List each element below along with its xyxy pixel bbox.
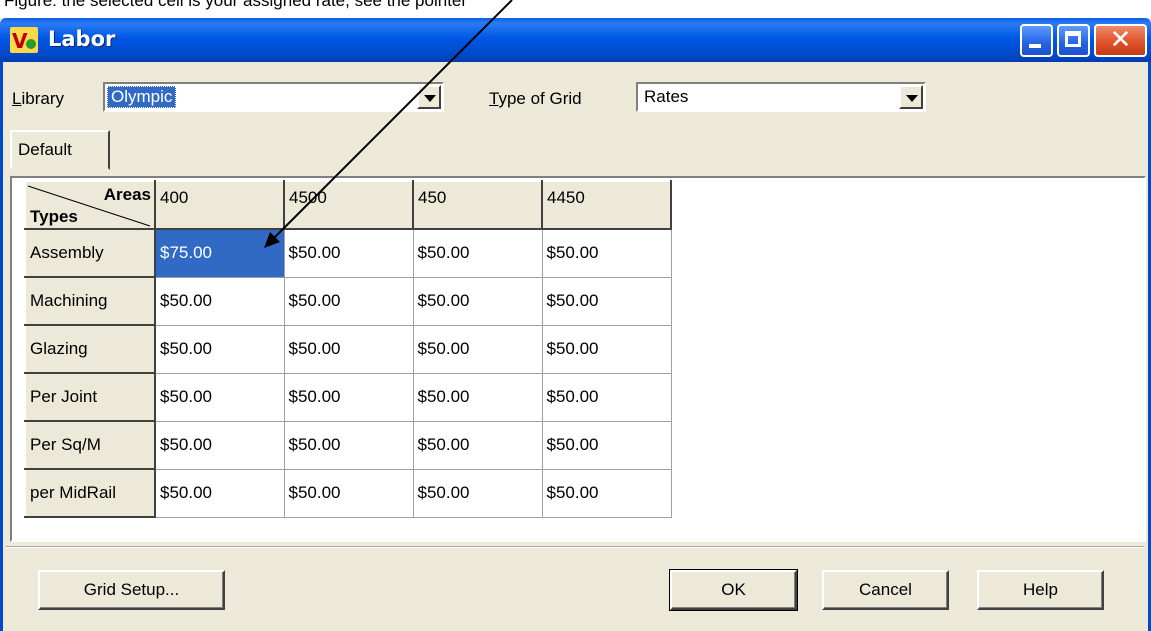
grid-corner-cell: Areas Types [24,180,156,230]
rate-cell[interactable]: $50.00 [283,420,414,470]
rate-cell[interactable]: $50.00 [283,324,414,374]
window-title: Labor [48,27,116,51]
rate-cell[interactable]: $50.00 [412,372,543,422]
rate-cell[interactable]: $50.00 [541,228,672,278]
table-row: Machining $50.00 $50.00 $50.00 $50.00 [24,276,672,326]
column-header[interactable]: 4500 [283,180,414,230]
rate-cell[interactable]: $50.00 [412,420,543,470]
rate-cell[interactable]: $50.00 [283,372,414,422]
rates-grid: Areas Types 400 4500 450 4450 Assembly $… [24,180,672,518]
rate-cell[interactable]: $50.00 [541,372,672,422]
row-header[interactable]: Per Sq/M [24,420,156,470]
title-bar[interactable]: V Labor ✕ [0,18,1151,62]
chevron-down-icon[interactable] [417,85,441,109]
rate-cell[interactable]: $50.00 [412,468,543,518]
table-row: per MidRail $50.00 $50.00 $50.00 $50.00 [24,468,672,518]
row-header[interactable]: Glazing [24,324,156,374]
rate-cell[interactable]: $50.00 [412,228,543,278]
library-value: Olympic [107,86,177,108]
column-header[interactable]: 400 [154,180,285,230]
tab-default[interactable]: Default [10,130,110,170]
rate-cell[interactable]: $50.00 [541,468,672,518]
rate-cell[interactable]: $50.00 [283,468,414,518]
footer-divider [6,546,1144,548]
column-header[interactable]: 4450 [541,180,672,230]
tab-label: Default [18,140,72,159]
app-icon: V [10,27,38,53]
rate-cell[interactable]: $75.00 [154,228,285,278]
row-header[interactable]: Per Joint [24,372,156,422]
grid-type-label: Type of Grid [489,89,582,108]
row-header[interactable]: Machining [24,276,156,326]
corner-types-label: Types [30,207,78,226]
rate-cell[interactable]: $50.00 [154,372,285,422]
grid-header-row: Areas Types 400 4500 450 4450 [24,180,672,230]
grid-type-value: Rates [644,87,689,106]
chevron-down-icon[interactable] [899,85,923,109]
cancel-button[interactable]: Cancel [822,570,949,610]
ok-button[interactable]: OK [669,569,798,611]
rate-cell[interactable]: $50.00 [412,276,543,326]
rate-cell[interactable]: $50.00 [154,468,285,518]
rates-grid-panel: Areas Types 400 4500 450 4450 Assembly $… [10,176,1146,542]
close-button[interactable]: ✕ [1094,24,1147,57]
rate-cell[interactable]: $50.00 [154,420,285,470]
cropped-caption: Figure: the selected cell is your assign… [0,0,1151,18]
rate-cell[interactable]: $50.00 [283,228,414,278]
corner-areas-label: Areas [103,185,151,204]
maximize-button[interactable] [1057,24,1090,57]
svg-text:V: V [12,29,28,53]
grid-type-combobox[interactable]: Rates [636,82,926,112]
column-header[interactable]: 450 [412,180,543,230]
grid-setup-button[interactable]: Grid Setup... [38,570,225,610]
table-row: Assembly $75.00 $50.00 $50.00 $50.00 [24,228,672,278]
table-row: Per Sq/M $50.00 $50.00 $50.00 $50.00 [24,420,672,470]
library-label: Library [12,89,64,108]
rate-cell[interactable]: $50.00 [154,276,285,326]
close-icon: ✕ [1109,25,1132,55]
rate-cell[interactable]: $50.00 [541,420,672,470]
rate-cell[interactable]: $50.00 [541,276,672,326]
row-header[interactable]: per MidRail [24,468,156,518]
minimize-button[interactable] [1020,24,1053,57]
rate-cell[interactable]: $50.00 [541,324,672,374]
library-combobox[interactable]: Olympic [103,82,444,112]
rate-cell[interactable]: $50.00 [412,324,543,374]
table-row: Per Joint $50.00 $50.00 $50.00 $50.00 [24,372,672,422]
rate-cell[interactable]: $50.00 [283,276,414,326]
row-header[interactable]: Assembly [24,228,156,278]
table-row: Glazing $50.00 $50.00 $50.00 $50.00 [24,324,672,374]
rate-cell[interactable]: $50.00 [154,324,285,374]
help-button[interactable]: Help [977,570,1104,610]
